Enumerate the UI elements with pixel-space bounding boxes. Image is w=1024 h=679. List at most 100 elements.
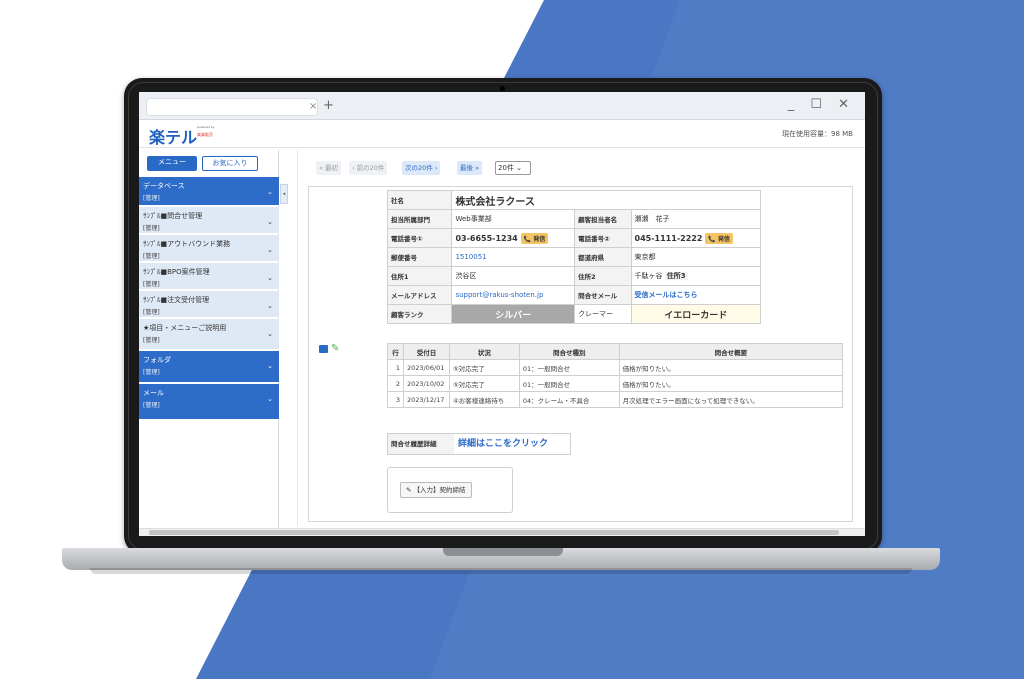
rank-label: 顧客ランク xyxy=(386,304,453,324)
horizontal-scrollbar[interactable] xyxy=(139,528,865,536)
sidebar-item-label: データベース xyxy=(143,182,185,190)
mail-label: メールアドレス xyxy=(386,285,453,305)
dept-label: 担当所属部門 xyxy=(386,209,453,229)
history-cell: ⑤対応完了 xyxy=(448,375,520,392)
contract-input-label: 【入力】契約締結 xyxy=(413,486,466,494)
sidebar-item-sub: [管理] xyxy=(143,309,160,316)
scrollbar-thumb[interactable] xyxy=(149,530,839,535)
zip-value[interactable]: 1510051 xyxy=(451,247,576,267)
pager-last-button[interactable]: 最後 » xyxy=(457,161,483,175)
sidebar-item[interactable]: ★項目・メニューご説明用 [管理] ⌄ xyxy=(139,319,279,350)
contact-label: 顧客担当者名 xyxy=(574,209,632,229)
history-header[interactable]: 問合せ種別 xyxy=(518,343,620,360)
history-table: 行受付日 状況 問合せ種別 問合せ概要 1 2023/06/01 ⑤対応完了 01：一般問合… xyxy=(387,343,844,408)
phone1-cell: 03-6655-1234 📞 発信 xyxy=(451,228,576,248)
sidebar: メニュー お気に入り データベース [管理] ⌄ ｻﾝﾌﾟﾙ■問合せ管理 [管理] ⌄ ｻﾝ… xyxy=(139,150,279,530)
history-cell: 月次処理でエラー画面になって処理できない。 xyxy=(618,391,844,408)
new-tab-icon[interactable]: + xyxy=(323,98,334,113)
sidebar-item-sub: [管理] xyxy=(143,369,160,376)
history-cell: 01：一般問合せ xyxy=(518,359,620,376)
pencil-icon[interactable]: ✎ xyxy=(331,343,339,354)
addr1-value: 渋谷区 xyxy=(451,266,576,286)
history-header[interactable]: 問合せ概要 xyxy=(618,343,844,360)
history-cell: 価格が知りたい。 xyxy=(618,359,844,376)
table-row[interactable]: 3 2023/12/17 ④お客様連絡待ち 04：クレーム・不具合 月次処理でエラー画面… xyxy=(387,391,844,408)
app-header: 楽テル powered by 楽楽販売 現在使用容量：98 MB xyxy=(139,120,865,148)
record-panel: 社名 株式会社ラクース 担当所属部門 Web事業部 顧客担当者名 瀬瀬 花子 電… xyxy=(308,186,853,522)
history-cell: 04：クレーム・不具合 xyxy=(518,391,620,408)
window-controls[interactable]: _ ☐ ✕ xyxy=(788,97,855,112)
browser-titlebar: × + _ ☐ ✕ xyxy=(139,92,865,120)
history-detail-label: 問合せ履歴詳細 xyxy=(388,434,454,454)
sidebar-item[interactable]: ｻﾝﾌﾟﾙ■BPO案件管理 [管理] ⌄ xyxy=(139,263,279,290)
addr3-label: 住所3 xyxy=(664,272,688,280)
mail-value[interactable]: support@rakus-shoten.jp xyxy=(451,285,576,305)
sidebar-item[interactable]: メール [管理] ⌄ xyxy=(139,384,279,420)
sidebar-item[interactable]: データベース [管理] ⌄ xyxy=(139,177,279,206)
company-label: 社名 xyxy=(386,190,453,210)
call-label: 発信 xyxy=(717,235,730,243)
table-row[interactable]: 2 2023/10/02 ⑤対応完了 01：一般問合せ 価格が知りたい。 xyxy=(387,375,844,392)
inquiry-mail-label: 問合せメール xyxy=(574,285,632,305)
chevron-down-icon: ⌄ xyxy=(267,188,273,196)
sidebar-item-label: ｻﾝﾌﾟﾙ■アウトバウンド業務 xyxy=(143,240,231,248)
sidebar-item-label: メール xyxy=(143,389,164,397)
record-table: 社名 株式会社ラクース 担当所属部門 Web事業部 顧客担当者名 瀬瀬 花子 電… xyxy=(386,190,762,324)
call-label: 発信 xyxy=(533,235,546,243)
table-row[interactable]: 1 2023/06/01 ⑤対応完了 01：一般問合せ 価格が知りたい。 xyxy=(387,359,844,376)
zip-label: 郵便番号 xyxy=(386,247,453,267)
sidebar-item-label: ｻﾝﾌﾟﾙ■BPO案件管理 xyxy=(143,268,210,276)
history-cell: ④お客様連絡待ち xyxy=(448,391,520,408)
pager-prev-button[interactable]: ‹ 前の20件 xyxy=(349,161,388,175)
sidebar-item[interactable]: フォルダ [管理] ⌄ xyxy=(139,351,279,383)
tab-favorites[interactable]: お気に入り xyxy=(202,156,258,171)
history-header[interactable]: 行 xyxy=(387,343,404,360)
record-actions: ✎ xyxy=(319,343,339,355)
call-phone1-button[interactable]: 📞 発信 xyxy=(520,232,549,244)
history-cell: 01：一般問合せ xyxy=(518,375,620,392)
laptop-shadow xyxy=(90,568,912,574)
phone2-cell: 045-1111-2222 📞 発信 xyxy=(630,228,762,248)
history-cell: 1 xyxy=(387,359,404,376)
chevron-down-icon: ⌄ xyxy=(267,362,273,370)
contact-value: 瀬瀬 花子 xyxy=(630,209,762,229)
per-page-select[interactable]: 20件 ⌄ xyxy=(495,161,531,175)
claimer-badge: イエローカード xyxy=(630,304,762,324)
history-cell: 2023/06/01 xyxy=(402,359,450,376)
sidebar-item-sub: [管理] xyxy=(143,225,160,232)
sidebar-item-sub: [管理] xyxy=(143,281,160,288)
pref-value: 東京都 xyxy=(630,247,762,267)
sidebar-item[interactable]: ｻﾝﾌﾟﾙ■注文受付管理 [管理] ⌄ xyxy=(139,291,279,318)
call-phone2-button[interactable]: 📞 発信 xyxy=(705,232,733,244)
sidebar-collapse-handle[interactable]: ◂ xyxy=(280,184,288,204)
phone1-label: 電話番号① xyxy=(386,228,453,248)
sidebar-item[interactable]: ｻﾝﾌﾟﾙ■問合せ管理 [管理] ⌄ xyxy=(139,207,279,234)
tab-menu[interactable]: メニュー xyxy=(147,156,197,171)
pager-next-button[interactable]: 次の20件 › xyxy=(402,161,441,175)
history-cell: ⑤対応完了 xyxy=(448,359,520,376)
browser-tab[interactable] xyxy=(146,98,318,116)
close-tab-icon[interactable]: × xyxy=(309,101,317,112)
history-detail-link[interactable]: 詳細はここをクリック xyxy=(458,434,552,454)
pager-first-button[interactable]: « 最初 xyxy=(316,161,342,175)
history-cell: 2 xyxy=(387,375,404,392)
addr1-label: 住所1 xyxy=(386,266,453,286)
contract-input-button[interactable]: ✎ 【入力】契約締結 xyxy=(400,482,472,498)
history-cell: 価格が知りたい。 xyxy=(618,375,844,392)
app-logo[interactable]: 楽テル xyxy=(149,124,197,148)
chevron-down-icon: ⌄ xyxy=(267,395,273,403)
sidebar-item[interactable]: ｻﾝﾌﾟﾙ■アウトバウンド業務 [管理] ⌄ xyxy=(139,235,279,262)
camera-icon xyxy=(500,86,505,91)
history-cell: 3 xyxy=(387,391,404,408)
sidebar-item-sub: [管理] xyxy=(143,402,160,409)
book-icon[interactable] xyxy=(319,344,328,353)
history-header[interactable]: 状況 xyxy=(448,343,520,360)
inquiry-mail-link[interactable]: 受信メールはこちら xyxy=(630,285,762,305)
chevron-down-icon: ⌄ xyxy=(267,246,273,254)
logo-powered-text: powered by xyxy=(197,125,215,129)
history-header[interactable]: 受付日 xyxy=(402,343,450,360)
laptop-notch xyxy=(443,548,563,556)
sidebar-item-label: ｻﾝﾌﾟﾙ■問合せ管理 xyxy=(143,212,203,220)
scene: × + _ ☐ ✕ 楽テル powered by 楽楽販売 現在使用容量：98 … xyxy=(0,0,1024,679)
chevron-down-icon: ⌄ xyxy=(267,274,273,282)
